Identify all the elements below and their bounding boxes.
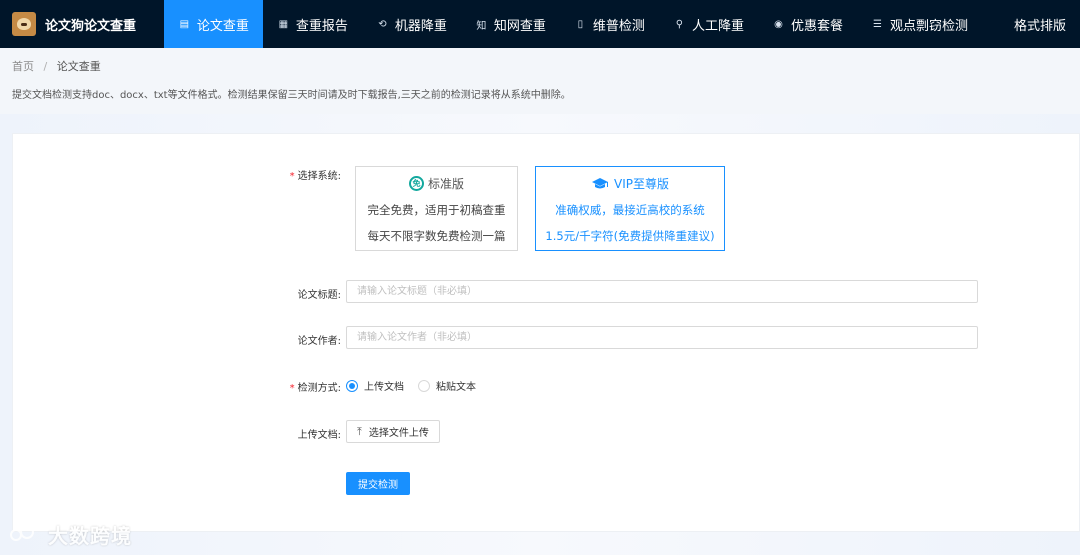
system-label-text: 选择系统: (297, 171, 341, 182)
watermark: 大数跨境 (8, 520, 132, 549)
nav-item-label: 维普检测 (592, 18, 645, 34)
brand-name: 论文狗论文查重 (45, 18, 137, 34)
nav-item-label: 人工降重 (691, 18, 744, 34)
standard-card-title-text: 标准版 (427, 177, 464, 191)
radio-unchecked-icon (418, 379, 430, 392)
standard-card-line2: 每天不限字数免费检测一篇 (367, 229, 506, 243)
nav-item-plagiarism-check[interactable]: ☰ 观点剽窃检测 (857, 0, 982, 48)
report-icon: ▦ (278, 18, 289, 30)
graduation-cap-icon (592, 177, 608, 188)
nav-item-label: 优惠套餐 (790, 18, 843, 34)
vip-card-line1: 准确权威，最接近高校的系统 (555, 203, 705, 217)
vip-card-title-text: VIP至尊版 (614, 177, 669, 191)
breadcrumb: 首页 / 论文查重 (12, 58, 101, 74)
robot-icon: ⟲ (378, 18, 387, 30)
standard-version-card[interactable]: 免 标准版 完全免费，适用于初稿查重 每天不限字数免费检测一篇 (355, 166, 518, 251)
radio-checked-icon (346, 379, 358, 392)
method-label-text: 检测方式: (297, 383, 341, 394)
author-label: 论文作者: (297, 336, 341, 347)
method-radio-group: 上传文档 粘贴文本 (346, 378, 490, 393)
nav-item-label: 论文查重 (196, 18, 249, 34)
upload-icon: ⤒ (357, 424, 362, 438)
nav-item-cnki-check[interactable]: 知 知网查重 (461, 0, 560, 48)
nav-item-formatting[interactable]: 格式排版 (1000, 0, 1080, 48)
vip-version-card[interactable]: VIP至尊版 准确权威，最接近高校的系统 1.5元/千字符(免费提供降重建议) (535, 166, 725, 251)
paper-title-input[interactable] (346, 280, 978, 303)
file-icon: ▯ (577, 18, 584, 30)
nav-item-vip-check[interactable]: ▯ 维普检测 (560, 0, 659, 48)
paper-author-input[interactable] (346, 326, 978, 349)
discount-icon: ◉ (774, 18, 783, 30)
radio-label: 粘贴文本 (436, 382, 476, 393)
choose-file-button[interactable]: ⤒ 选择文件上传 (346, 420, 440, 443)
radio-label: 上传文档 (364, 382, 404, 393)
zhiwang-icon: 知 (476, 20, 487, 32)
free-badge-icon: 免 (408, 176, 424, 191)
standard-card-title: 免 标准版 (356, 175, 517, 192)
required-mark: * (289, 171, 295, 182)
nav-item-machine-rewrite[interactable]: ⟲ 机器降重 (362, 0, 461, 48)
nav-item-manual-rewrite[interactable]: ⚲ 人工降重 (659, 0, 758, 48)
breadcrumb-separator: / (43, 60, 48, 73)
top-navigation-bar: 论文狗论文查重 ▤ 论文查重 ▦ 查重报告 ⟲ 机器降重 知 知网查重 ▯ 维普… (0, 0, 1080, 48)
list-icon: ☰ (872, 18, 882, 30)
dog-logo-icon (12, 12, 36, 36)
vip-card-line2: 1.5元/千字符(免费提供降重建议) (545, 229, 715, 243)
submit-check-button[interactable]: 提交检测 (346, 472, 410, 495)
nav-item-discount-package[interactable]: ◉ 优惠套餐 (758, 0, 857, 48)
brand[interactable]: 论文狗论文查重 (0, 0, 164, 48)
standard-card-line1: 完全免费，适用于初稿查重 (367, 203, 506, 217)
upload-notice: 提交文档检测支持doc、docx、txt等文件格式。检测结果保留三天时间请及时下… (12, 90, 571, 101)
breadcrumb-home[interactable]: 首页 (12, 60, 34, 73)
upload-label: 上传文档: (297, 430, 341, 441)
required-mark: * (289, 383, 295, 394)
breadcrumb-current: 论文查重 (56, 60, 101, 73)
nav-item-label: 查重报告 (295, 18, 348, 34)
title-label: 论文标题: (297, 290, 341, 301)
choose-file-label: 选择文件上传 (368, 428, 429, 439)
nav-item-label: 格式排版 (1013, 18, 1066, 34)
vip-card-title: VIP至尊版 (536, 175, 724, 192)
document-check-icon: ▤ (179, 18, 190, 30)
watermark-text: 大数跨境 (48, 524, 132, 548)
nav-item-label: 知网查重 (493, 18, 546, 34)
watermark-logo-icon (8, 523, 42, 547)
method-label: * 检测方式: (251, 379, 341, 394)
nav-item-paper-check[interactable]: ▤ 论文查重 (163, 0, 263, 48)
radio-upload-document[interactable]: 上传文档 (346, 378, 404, 393)
person-edit-icon: ⚲ (675, 18, 684, 30)
system-label: * 选择系统: (251, 167, 341, 182)
nav-item-label: 机器降重 (394, 18, 447, 34)
radio-paste-text[interactable]: 粘贴文本 (418, 378, 476, 393)
nav-item-check-report[interactable]: ▦ 查重报告 (263, 0, 362, 48)
nav-item-label: 观点剽窃检测 (889, 18, 968, 34)
